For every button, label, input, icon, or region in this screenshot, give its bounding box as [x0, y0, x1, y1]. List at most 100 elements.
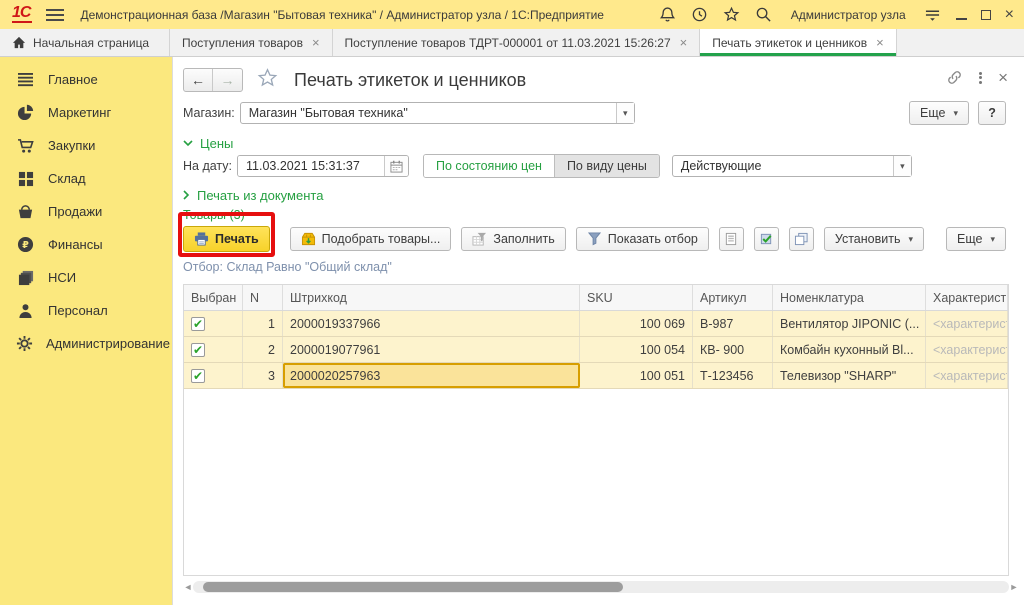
price-kind-combobox[interactable]: Действующие ▾ — [672, 155, 912, 177]
scrollbar-track[interactable] — [193, 581, 1009, 593]
sidebar-item-склад[interactable]: Склад — [0, 162, 172, 195]
prices-section-header[interactable]: Цены — [183, 135, 1024, 151]
service-menu-icon[interactable] — [924, 6, 942, 24]
cell-article[interactable]: Т-123456 — [693, 363, 773, 388]
scrollbar-thumb[interactable] — [203, 582, 623, 592]
notifications-bell-icon[interactable] — [659, 6, 677, 24]
table-row[interactable]: ✔ 32000020257963100 051Т-123456Телевизор … — [184, 363, 1008, 389]
column-header-5[interactable]: Артикул — [693, 285, 773, 310]
print-button[interactable]: Печать — [183, 226, 270, 252]
check-all-button[interactable] — [754, 227, 779, 251]
form-close-icon[interactable]: × — [998, 72, 1008, 84]
forward-button[interactable]: → — [213, 69, 242, 91]
horizontal-scrollbar[interactable]: ◄ ► — [183, 580, 1019, 594]
cell-characteristic[interactable]: <характерист — [926, 311, 1008, 336]
table-row[interactable]: ✔ 22000019077961100 054КВ- 900Комбайн кух… — [184, 337, 1008, 363]
history-icon[interactable] — [691, 6, 709, 24]
tab-2[interactable]: Поступление товаров ТДРТ-000001 от 11.03… — [333, 29, 701, 56]
sidebar-item-персонал[interactable]: Персонал — [0, 294, 172, 327]
filter-summary[interactable]: Отбор: Склад Равно "Общий склад" — [183, 260, 1024, 276]
tab-1[interactable]: Поступления товаров× — [170, 29, 333, 56]
cell-sku[interactable]: 100 051 — [580, 363, 693, 388]
pick-goods-button[interactable]: Подобрать товары... — [290, 227, 452, 251]
show-filter-button[interactable]: Показать отбор — [576, 227, 709, 251]
set-button[interactable]: Установить▾ — [824, 227, 924, 251]
row-checkbox[interactable]: ✔ — [191, 317, 205, 331]
current-user[interactable]: Администратор узла — [791, 8, 906, 22]
cell-nomenclature[interactable]: Комбайн кухонный Bl... — [773, 337, 926, 362]
scroll-left-arrow[interactable]: ◄ — [183, 582, 193, 592]
main-menu-icon[interactable] — [46, 6, 64, 24]
cell-nomenclature[interactable]: Телевизор "SHARP" — [773, 363, 926, 388]
tab-3[interactable]: Печать этикеток и ценников× — [700, 29, 896, 56]
cell-article[interactable]: В-987 — [693, 311, 773, 336]
row-checkbox[interactable]: ✔ — [191, 343, 205, 357]
maximize-button[interactable] — [981, 10, 991, 20]
table-row[interactable]: ✔ 12000019337966100 069В-987Вентилятор JI… — [184, 311, 1008, 337]
sales-icon — [16, 204, 35, 220]
cell-n[interactable]: 3 — [243, 363, 283, 388]
sidebar-item-закупки[interactable]: Закупки — [0, 129, 172, 162]
sidebar-item-продажи[interactable]: Продажи — [0, 195, 172, 228]
cell-sku[interactable]: 100 054 — [580, 337, 693, 362]
column-header-1[interactable]: Выбран — [184, 285, 243, 310]
tab-home[interactable]: Начальная страница — [0, 29, 170, 56]
print-from-document-section-header[interactable]: Печать из документа — [183, 187, 1024, 203]
form-more-button[interactable]: Еще▾ — [909, 101, 969, 125]
tab-close-icon[interactable]: × — [312, 35, 320, 50]
cell-nomenclature[interactable]: Вентилятор JIPONIC (... — [773, 311, 926, 336]
cell-checked[interactable]: ✔ — [184, 311, 243, 336]
fill-button[interactable]: Заполнить — [461, 227, 565, 251]
sidebar-item-label: Главное — [48, 72, 98, 87]
sidebar-item-администрирование[interactable]: Администрирование — [0, 327, 172, 360]
sidebar-item-главное[interactable]: Главное — [0, 63, 172, 96]
by-price-state-toggle[interactable]: По состоянию цен — [424, 155, 554, 177]
cell-characteristic[interactable]: <характерист — [926, 363, 1008, 388]
column-header-2[interactable]: N — [243, 285, 283, 310]
tab-close-icon[interactable]: × — [680, 35, 688, 50]
date-field[interactable]: 11.03.2021 15:31:37 — [237, 155, 409, 177]
goods-more-button[interactable]: Еще▾ — [946, 227, 1006, 251]
date-value[interactable]: 11.03.2021 15:31:37 — [238, 156, 384, 176]
cell-barcode[interactable]: 2000019077961 — [283, 337, 580, 362]
minimize-button[interactable] — [956, 9, 967, 20]
cell-checked[interactable]: ✔ — [184, 337, 243, 362]
column-header-3[interactable]: Штрихкод — [283, 285, 580, 310]
finance-icon: ₽ — [16, 236, 35, 253]
store-dropdown-arrow-icon[interactable]: ▾ — [616, 103, 634, 123]
price-kind-value: Действующие — [673, 156, 893, 176]
help-button[interactable]: ? — [978, 101, 1006, 125]
by-price-kind-toggle[interactable]: По виду цены — [554, 155, 659, 177]
calendar-icon[interactable] — [384, 156, 408, 176]
cell-article[interactable]: КВ- 900 — [693, 337, 773, 362]
cell-characteristic[interactable]: <характерист — [926, 337, 1008, 362]
column-header-6[interactable]: Номенклатура — [773, 285, 926, 310]
list-settings-button[interactable] — [719, 227, 744, 251]
more-actions-kebab-icon[interactable] — [979, 70, 982, 85]
marketing-icon — [16, 104, 35, 121]
window-close-button[interactable]: × — [1005, 10, 1014, 20]
column-header-7[interactable]: Характеристи — [926, 285, 1008, 310]
search-icon[interactable] — [755, 6, 773, 24]
cell-barcode[interactable]: 2000020257963 — [283, 363, 580, 388]
scroll-right-arrow[interactable]: ► — [1009, 582, 1019, 592]
back-button[interactable]: ← — [184, 69, 213, 91]
copy-rows-button[interactable] — [789, 227, 814, 251]
cell-n[interactable]: 1 — [243, 311, 283, 336]
cell-barcode[interactable]: 2000019337966 — [283, 311, 580, 336]
column-header-4[interactable]: SKU — [580, 285, 693, 310]
sidebar-item-маркетинг[interactable]: Маркетинг — [0, 96, 172, 129]
favorites-star-icon[interactable] — [723, 6, 741, 24]
row-checkbox[interactable]: ✔ — [191, 369, 205, 383]
price-kind-dropdown-arrow-icon[interactable]: ▾ — [893, 156, 911, 176]
add-favorite-star-icon[interactable] — [257, 68, 278, 93]
get-link-icon[interactable] — [946, 69, 963, 86]
sidebar-item-нси[interactable]: НСИ — [0, 261, 172, 294]
sidebar-item-финансы[interactable]: ₽Финансы — [0, 228, 172, 261]
goods-section-title[interactable]: Товары (3) — [183, 208, 1024, 222]
cell-n[interactable]: 2 — [243, 337, 283, 362]
cell-sku[interactable]: 100 069 — [580, 311, 693, 336]
cell-checked[interactable]: ✔ — [184, 363, 243, 388]
tab-close-icon[interactable]: × — [876, 35, 884, 50]
store-combobox[interactable]: Магазин "Бытовая техника" ▾ — [240, 102, 635, 124]
